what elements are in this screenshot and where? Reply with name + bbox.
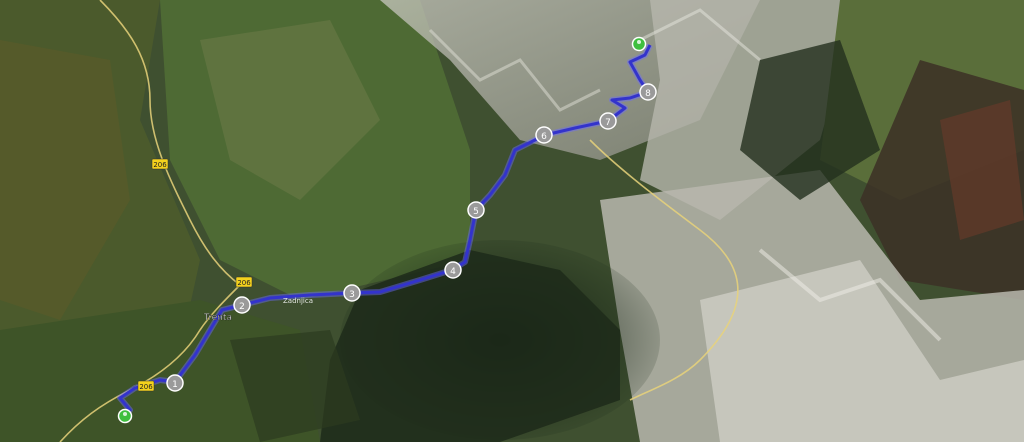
waypoint-marker-6[interactable]: 6: [535, 126, 553, 144]
waypoint-marker-8[interactable]: 8: [639, 83, 657, 101]
svg-text:5: 5: [473, 207, 479, 217]
satellite-map[interactable]: 206 206 206 Trenta Zadnjica 1 2 3 4 5 6 …: [0, 0, 1024, 442]
svg-text:206: 206: [237, 279, 251, 287]
waypoint-marker-5[interactable]: 5: [467, 201, 485, 219]
road-badge-206-north: 206: [151, 158, 169, 170]
svg-text:7: 7: [605, 118, 611, 128]
route-end-marker[interactable]: [631, 36, 647, 52]
waypoint-marker-2[interactable]: 2: [233, 296, 251, 314]
svg-text:206: 206: [139, 383, 153, 391]
svg-text:6: 6: [541, 132, 547, 142]
svg-text:1: 1: [172, 380, 178, 390]
route-start-marker[interactable]: [117, 408, 133, 424]
waypoint-marker-3[interactable]: 3: [343, 284, 361, 302]
svg-text:206: 206: [153, 161, 167, 169]
waypoint-marker-1[interactable]: 1: [166, 374, 184, 392]
svg-text:2: 2: [239, 302, 245, 312]
road-badge-206-south: 206: [137, 380, 155, 392]
svg-text:3: 3: [349, 290, 355, 300]
svg-text:4: 4: [450, 267, 456, 277]
place-label-zadnjica: Zadnjica: [283, 297, 313, 305]
svg-text:8: 8: [645, 89, 651, 99]
waypoint-marker-4[interactable]: 4: [444, 261, 462, 279]
waypoint-marker-7[interactable]: 7: [599, 112, 617, 130]
place-label-trenta: Trenta: [203, 313, 232, 323]
road-badge-206-middle: 206: [235, 276, 253, 288]
